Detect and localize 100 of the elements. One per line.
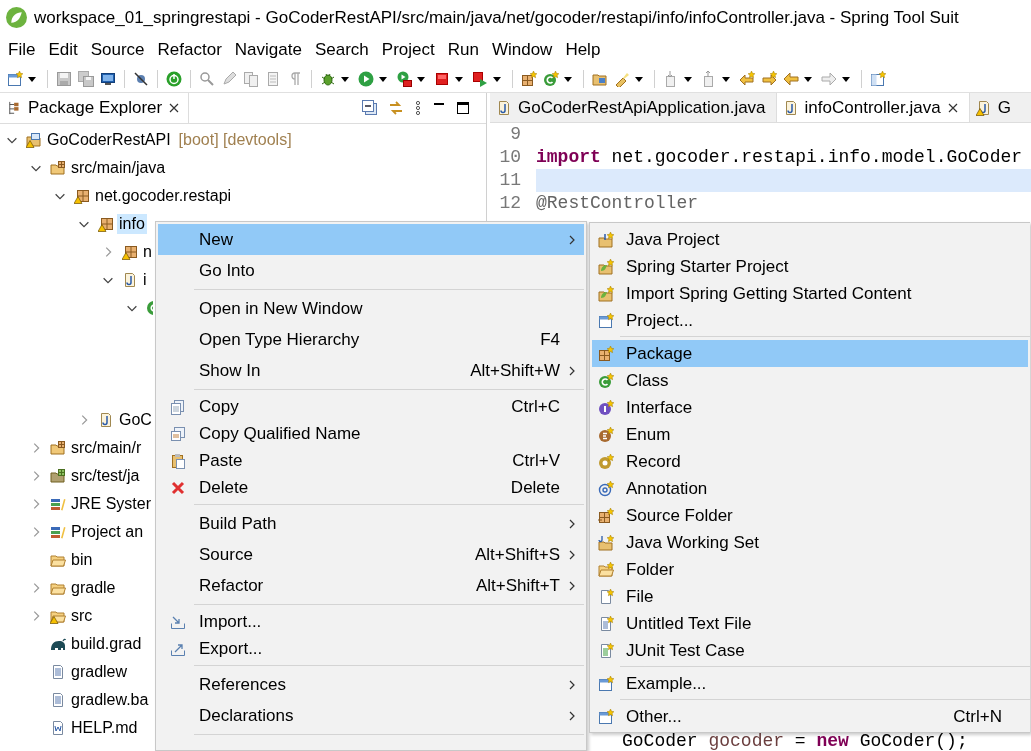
menu-item[interactable]: Run (442, 40, 484, 60)
dropdown-caret-icon[interactable] (416, 74, 426, 83)
dropdown-caret-icon[interactable] (803, 74, 813, 83)
new-window-icon[interactable] (7, 70, 23, 87)
menu-item[interactable]: Class (592, 367, 1028, 394)
tree-item[interactable]: src (69, 606, 95, 626)
menu-item[interactable]: Refactor (152, 40, 227, 60)
menu-item[interactable]: Untitled Text File (592, 610, 1028, 637)
menu-item[interactable]: Annotation (592, 475, 1028, 502)
menu-item[interactable]: Open in New Window (158, 293, 584, 324)
tree-item[interactable]: net.gocoder.restapi (93, 186, 234, 206)
menu-item[interactable]: Edit (43, 40, 83, 60)
menu-item[interactable]: Navigate (229, 40, 307, 60)
menu-item[interactable]: Source (85, 40, 150, 60)
tree-item[interactable]: src/main/r (69, 438, 144, 458)
flashlight-icon[interactable] (614, 70, 630, 87)
menu-item[interactable]: Export... (158, 635, 584, 662)
tree-item[interactable]: HELP.md (69, 718, 140, 738)
menu-item[interactable]: File (3, 40, 41, 60)
power-icon[interactable] (166, 70, 182, 87)
editor-tab[interactable]: infoController.java (776, 93, 970, 122)
menu-item[interactable]: Delete Delete (158, 474, 584, 501)
menu-item[interactable]: Java Working Set (592, 529, 1028, 556)
save-all-icon[interactable] (78, 70, 94, 87)
menu-item[interactable]: Build Path (158, 508, 584, 539)
menu-item[interactable]: Spring Starter Project (592, 253, 1028, 280)
external-tools-icon[interactable] (472, 70, 488, 87)
forward-edit-icon[interactable] (761, 70, 777, 87)
close-icon[interactable] (946, 101, 959, 114)
collapse-all-icon[interactable] (362, 100, 378, 116)
menu-item[interactable]: Project... (592, 307, 1028, 334)
menu-item[interactable]: Package (592, 340, 1028, 367)
menu-item[interactable]: Go Into (158, 255, 584, 286)
tree-item[interactable]: src/main/java (69, 158, 168, 178)
link-editor-icon[interactable] (388, 100, 404, 116)
tree-item[interactable]: gradlew.ba (69, 690, 151, 710)
tree-item[interactable]: gradle (69, 578, 118, 598)
tree-item[interactable]: n (141, 242, 154, 262)
close-icon[interactable] (168, 102, 181, 114)
tree-item[interactable]: info (117, 214, 147, 234)
menu-item[interactable]: Refactor Alt+Shift+T (158, 570, 584, 601)
menu-item[interactable]: Show In Alt+Shift+W (158, 355, 584, 386)
menu-item[interactable]: New (158, 224, 584, 255)
menu-item[interactable]: Import... (158, 608, 584, 635)
dropdown-caret-icon[interactable] (378, 74, 388, 83)
menu-item[interactable]: Paste Ctrl+V (158, 447, 584, 474)
dropdown-caret-icon[interactable] (721, 74, 731, 83)
tree-item[interactable]: gradlew (69, 662, 130, 682)
menu-item[interactable]: Source Alt+Shift+S (158, 539, 584, 570)
menu-item[interactable]: References (158, 669, 584, 700)
menu-item[interactable]: Example... (592, 670, 1028, 697)
dropdown-caret-icon[interactable] (683, 74, 693, 83)
dropdown-caret-icon[interactable] (340, 74, 350, 83)
monitor-icon[interactable] (100, 70, 116, 87)
menu-item[interactable]: JUnit Test Case (592, 637, 1028, 664)
coverage-icon[interactable] (396, 70, 412, 87)
menu-item[interactable]: Copy Ctrl+C (158, 393, 584, 420)
tree-item[interactable]: GoCoderRestAPI (45, 130, 173, 150)
menu-item[interactable]: Folder (592, 556, 1028, 583)
dropdown-caret-icon[interactable] (492, 74, 502, 83)
menu-item[interactable]: Help (560, 40, 606, 60)
menu-item[interactable]: Search (309, 40, 374, 60)
tree-item[interactable]: GoC (117, 410, 154, 430)
menu-item[interactable]: Import Spring Getting Started Content (592, 280, 1028, 307)
menu-item[interactable]: Record (592, 448, 1028, 475)
menu-item[interactable]: Source Folder (592, 502, 1028, 529)
new-package-icon[interactable] (521, 70, 537, 87)
tree-item[interactable]: src/test/ja (69, 466, 142, 486)
menu-item[interactable]: Java Project (592, 226, 1028, 253)
tree-item[interactable]: bin (69, 550, 95, 570)
skip-breakpoints-icon[interactable] (133, 70, 149, 87)
tree-item[interactable]: JRE Syster (69, 494, 153, 514)
dropdown-caret-icon[interactable] (634, 74, 644, 83)
dropdown-caret-icon[interactable] (563, 74, 573, 83)
tree-item[interactable]: Project an (69, 522, 146, 542)
back-edit-icon[interactable] (739, 70, 755, 87)
save-icon[interactable] (56, 70, 72, 87)
menu-item[interactable]: File (592, 583, 1028, 610)
dropdown-caret-icon[interactable] (454, 74, 464, 83)
stop-icon[interactable] (434, 70, 450, 87)
menu-item[interactable]: Other... Ctrl+N (592, 703, 1028, 730)
menu-item[interactable]: Enum (592, 421, 1028, 448)
menu-item[interactable]: Copy Qualified Name (158, 420, 584, 447)
dropdown-caret-icon[interactable] (27, 74, 37, 83)
maximize-icon[interactable] (456, 101, 470, 115)
back-icon[interactable] (783, 70, 799, 87)
tree-item[interactable]: i (141, 270, 149, 290)
view-menu-icon[interactable] (414, 100, 422, 116)
editor-tab[interactable]: G (969, 93, 1011, 122)
perspective-icon[interactable] (870, 70, 886, 87)
new-working-set-icon (598, 534, 614, 551)
tree-item[interactable]: build.grad (69, 634, 144, 654)
new-test-case-icon (598, 642, 614, 659)
menu-item[interactable]: Project (376, 40, 440, 60)
menu-item[interactable]: Interface (592, 394, 1028, 421)
editor-tab[interactable]: GoCoderRestApiApplication.java (490, 93, 777, 122)
menu-item[interactable]: Declarations (158, 700, 584, 731)
dropdown-caret-icon[interactable] (841, 74, 851, 83)
menu-item[interactable]: Open Type Hierarchy F4 (158, 324, 584, 355)
menu-item[interactable]: Window (486, 40, 558, 60)
